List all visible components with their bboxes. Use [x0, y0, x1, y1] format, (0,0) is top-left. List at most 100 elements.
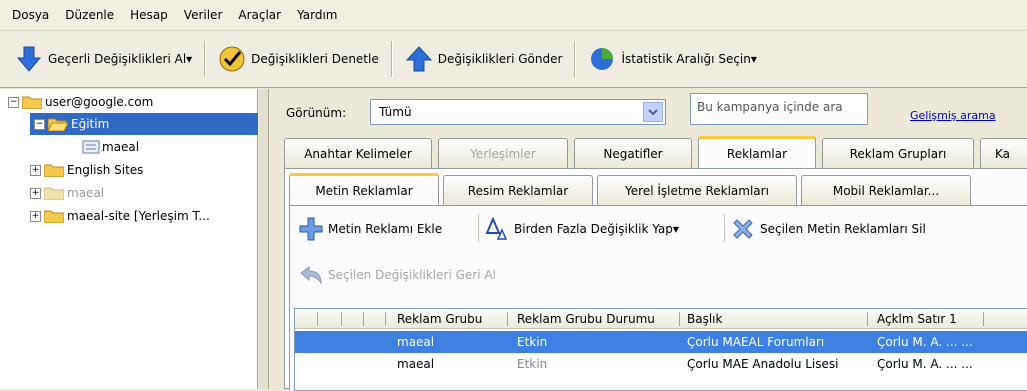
cell-status: Etkin — [517, 357, 548, 371]
expand-icon[interactable]: + — [30, 210, 41, 222]
pane-splitter[interactable] — [259, 89, 269, 389]
advanced-search-link[interactable]: Gelişmiş arama — [910, 109, 996, 122]
collapse-icon[interactable]: − — [8, 96, 19, 108]
delete-selected-label: Seçilen Metin Reklamları Sil — [760, 222, 926, 236]
folder-icon — [22, 96, 42, 109]
column-divider — [983, 312, 984, 326]
expand-icon[interactable]: + — [30, 187, 41, 199]
folder-icon — [44, 164, 64, 177]
tab-ad-groups[interactable]: Reklam Grupları — [822, 138, 974, 168]
bulk-edit-label: Birden Fazla Değişiklik Yap▾ — [514, 222, 679, 236]
tree-adgroup-label: maeal — [102, 140, 140, 154]
main-tabs: Anahtar Kelimeler Yerleşimler Negatifler… — [284, 136, 1027, 168]
tree-item-english-sites[interactable]: + English Sites — [30, 159, 143, 181]
paused-folder-icon — [44, 187, 64, 200]
cell-description1: Çorlu M. A. ... ... — [877, 357, 973, 371]
ad-type-tabs: Metin Reklamlar Resim Reklamlar Yerel İş… — [289, 173, 1027, 205]
undo-icon — [298, 262, 324, 288]
column-divider — [867, 312, 868, 326]
add-text-ad-label: Metin Reklamı Ekle — [328, 222, 443, 236]
bulk-edit-button[interactable]: Birden Fazla Değişiklik Yap▾ — [484, 216, 679, 242]
tree-campaign2-label: English Sites — [67, 163, 144, 177]
tree-campaign3-label: maeal — [67, 186, 105, 200]
tree-account-label: user@google.com — [45, 95, 154, 109]
column-divider — [507, 312, 508, 326]
tree-campaign-label: Eğitim — [71, 117, 110, 131]
expand-icon[interactable]: + — [30, 164, 41, 176]
cell-status: Etkin — [517, 335, 548, 349]
column-header-title[interactable]: Başlık — [681, 309, 867, 329]
column-divider — [363, 312, 364, 326]
tab-negatives[interactable]: Negatifler — [574, 138, 692, 168]
tree-item-egitim[interactable]: − Eğitim — [30, 113, 258, 135]
download-arrow-icon — [14, 44, 44, 74]
content-pane: Görünüm: Tümü Bu kampanya içinde ara Gel… — [270, 89, 1027, 391]
tree-item-account[interactable]: − user@google.com — [8, 91, 153, 113]
menu-araclar[interactable]: Araçlar — [230, 8, 289, 22]
check-changes-button[interactable]: Değişiklikleri Denetle — [211, 39, 385, 79]
action-separator — [478, 214, 479, 242]
column-header-description1[interactable]: Açklm Satır 1 — [871, 309, 983, 329]
ads-table: Reklam Grubu Reklam Grubu Durumu Başlık … — [294, 308, 1027, 391]
view-select[interactable]: Tümü — [370, 99, 666, 125]
view-label: Görünüm: — [286, 106, 347, 120]
menu-duzenle[interactable]: Düzenle — [57, 8, 122, 22]
menu-bar: Dosya Düzenle Hesap Veriler Araçlar Yard… — [0, 0, 1027, 30]
column-header-ad-group[interactable]: Reklam Grubu — [391, 309, 507, 329]
tab-ads[interactable]: Reklamlar — [698, 136, 816, 168]
ads-panel: Metin Reklamlar Resim Reklamlar Yerel İş… — [284, 168, 1027, 391]
campaign-search-input[interactable]: Bu kampanya içinde ara — [690, 93, 868, 125]
delta-icon — [484, 216, 510, 242]
tab-keywords[interactable]: Anahtar Kelimeler — [284, 138, 432, 168]
tab-campaigns-partial[interactable]: Ka — [980, 138, 1027, 168]
pie-chart-icon — [587, 44, 617, 74]
menu-dosya[interactable]: Dosya — [4, 8, 57, 22]
menu-veriler[interactable]: Veriler — [176, 8, 231, 22]
folder-icon — [44, 210, 64, 223]
table-row[interactable]: maeal Etkin Çorlu MAEAL Forumları Çorlu … — [295, 331, 1027, 353]
cell-title: Çorlu MAEAL Forumları — [687, 335, 825, 349]
toolbar-separator — [574, 41, 576, 77]
post-changes-label: Değişiklikleri Gönder — [437, 52, 563, 66]
add-text-ad-button[interactable]: Metin Reklamı Ekle — [298, 216, 442, 242]
cell-ad-group: maeal — [397, 357, 435, 371]
open-folder-icon — [48, 118, 68, 131]
chevron-down-icon[interactable] — [643, 102, 663, 122]
tree-item-maeal-site[interactable]: + maeal-site [Yerleşim T... — [30, 205, 210, 227]
collapse-icon[interactable]: − — [34, 118, 45, 130]
tab-mobile-ads[interactable]: Mobil Reklamlar... — [801, 175, 971, 205]
tree-item-maeal[interactable]: + maeal — [30, 182, 104, 204]
table-row[interactable]: maeal Etkin Çorlu MAE Anadolu Lisesi Çor… — [295, 353, 1027, 375]
tab-placements[interactable]: Yerleşimler — [438, 138, 568, 168]
adgroup-icon — [82, 140, 100, 154]
toolbar-separator — [204, 41, 206, 77]
cell-description1: Çorlu M. A. ... ... — [877, 335, 973, 349]
column-divider — [341, 312, 342, 326]
column-divider — [317, 312, 318, 326]
tab-local-business-ads[interactable]: Yerel İşletme Reklamları — [597, 175, 797, 205]
tab-text-ads[interactable]: Metin Reklamlar — [289, 173, 439, 205]
tree-item-adgroup[interactable]: maeal — [82, 136, 139, 158]
upload-arrow-icon — [404, 44, 434, 74]
view-select-value: Tümü — [379, 105, 412, 119]
undo-selected-label: Seçilen Değişiklikleri Geri Al — [328, 268, 496, 282]
column-divider — [385, 312, 386, 326]
cell-title: Çorlu MAE Anadolu Lisesi — [687, 357, 839, 371]
undo-selected-button[interactable]: Seçilen Değişiklikleri Geri Al — [298, 262, 496, 288]
account-tree: − user@google.com − Eğitim maeal + Engli… — [0, 89, 258, 389]
delete-x-icon — [730, 216, 756, 242]
post-changes-button[interactable]: Değişiklikleri Gönder — [398, 39, 569, 79]
menu-hesap[interactable]: Hesap — [122, 8, 176, 22]
table-header: Reklam Grubu Reklam Grubu Durumu Başlık … — [295, 309, 1027, 329]
menu-yardim[interactable]: Yardım — [289, 8, 345, 22]
stats-range-label: İstatistik Aralığı Seçin▾ — [621, 52, 757, 66]
stats-range-button[interactable]: İstatistik Aralığı Seçin▾ — [581, 39, 762, 79]
tree-campaign4-label: maeal-site [Yerleşim T... — [67, 209, 210, 223]
column-divider — [679, 312, 680, 326]
delete-selected-ads-button[interactable]: Seçilen Metin Reklamları Sil — [730, 216, 926, 242]
tab-image-ads[interactable]: Resim Reklamlar — [443, 175, 593, 205]
get-changes-button[interactable]: Geçerli Değişiklikleri Al▾ — [8, 39, 198, 79]
column-header-ad-group-status[interactable]: Reklam Grubu Durumu — [511, 309, 679, 329]
get-changes-label: Geçerli Değişiklikleri Al▾ — [48, 52, 193, 66]
checkmark-icon — [217, 44, 247, 74]
